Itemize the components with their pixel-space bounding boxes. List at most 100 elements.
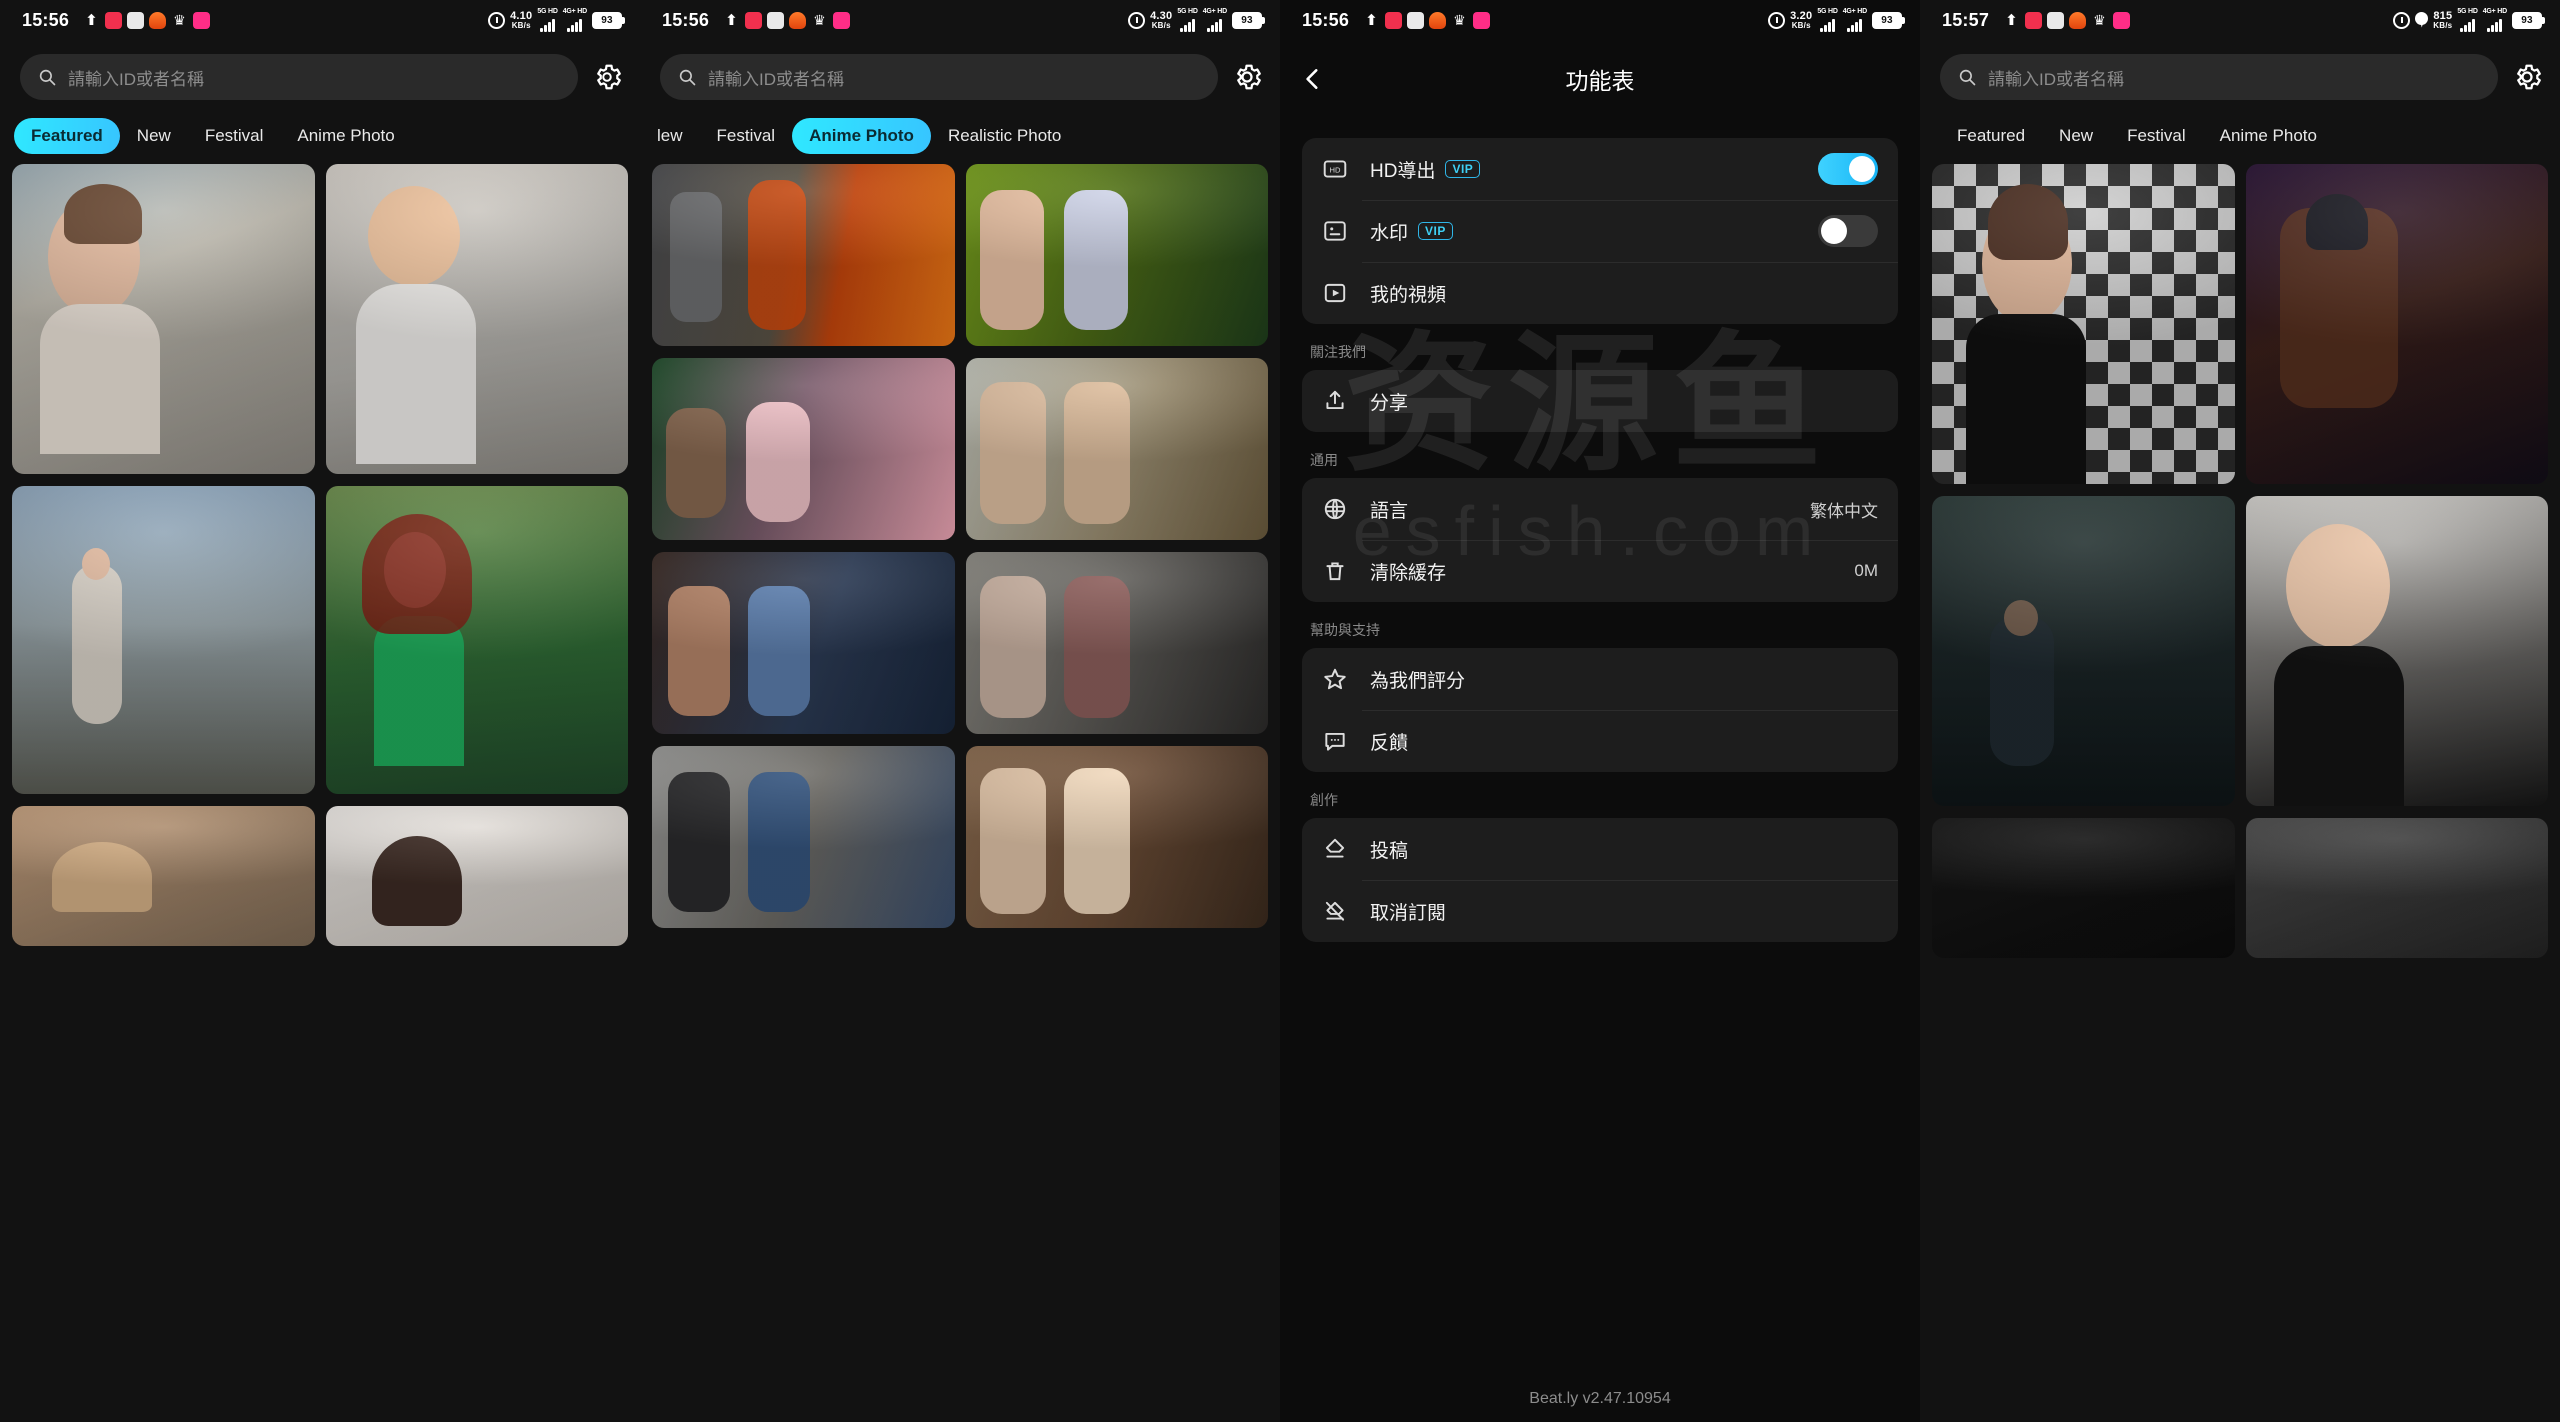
network-speed-unit: KB/s xyxy=(1151,20,1171,30)
app-version: Beat.ly v2.47.10954 xyxy=(1529,1390,1671,1407)
media-card[interactable] xyxy=(2245,164,2548,484)
tab-new[interactable]: New xyxy=(2042,118,2110,154)
setting-row-share[interactable]: 分享 xyxy=(1302,370,1898,432)
feedback-icon xyxy=(1325,732,1345,751)
gear-icon[interactable] xyxy=(1232,62,1262,92)
media-card[interactable] xyxy=(652,164,955,346)
setting-row-feedback[interactable]: 反饋 xyxy=(1302,710,1898,772)
hd-export-toggle[interactable] xyxy=(1818,153,1878,185)
media-column-right xyxy=(965,164,1268,928)
gear-icon[interactable] xyxy=(2512,62,2542,92)
location-icon xyxy=(2415,11,2429,29)
search-placeholder: 請輸入ID或者名稱 xyxy=(68,69,204,89)
search-input[interactable]: 請輸入ID或者名稱 xyxy=(660,54,1218,100)
signal-1-label: 5G HD xyxy=(1817,8,1838,15)
signal-bars-1 xyxy=(1180,16,1196,32)
gray-app-icon xyxy=(1407,11,1425,29)
media-card[interactable] xyxy=(652,358,955,540)
media-card[interactable] xyxy=(965,358,1268,540)
media-card[interactable] xyxy=(12,164,315,474)
setting-row-language[interactable]: 語言 繁体中文 xyxy=(1302,478,1898,540)
svg-text:HD: HD xyxy=(1330,165,1341,174)
tab-featured[interactable]: Featured xyxy=(1940,118,2042,154)
setting-row-my-videos[interactable]: 我的視頻 xyxy=(1302,262,1898,324)
pen-icon xyxy=(1325,838,1345,858)
media-card[interactable] xyxy=(2245,818,2548,958)
hd-icon: HD xyxy=(1323,160,1347,178)
tab-festival[interactable]: Festival xyxy=(700,118,793,154)
vip-badge: VIP xyxy=(1445,160,1481,178)
media-card[interactable] xyxy=(325,486,628,794)
orange-app-icon xyxy=(789,11,807,29)
tab-new[interactable]: lew xyxy=(640,118,700,154)
media-card[interactable] xyxy=(652,552,955,734)
signal-1-label: 5G HD xyxy=(537,8,558,15)
signal-2-label: 4G+ HD xyxy=(2482,8,2507,15)
cache-size-value: 0M xyxy=(1854,561,1878,580)
setting-label: 清除緩存 xyxy=(1370,562,1447,584)
media-card[interactable] xyxy=(12,806,315,946)
screenshot-root: 15:56 ⬆ ♛ 4.10 KB/s 5G HD 4G+ HD 93 請輸入I… xyxy=(0,0,2560,1422)
red-badge-icon xyxy=(105,11,123,29)
network-speed: 4.10 KB/s xyxy=(510,10,532,30)
tab-realistic-photo[interactable]: Realistic Photo xyxy=(931,118,1078,154)
media-card[interactable] xyxy=(1932,496,2235,806)
setting-row-rate-us[interactable]: 為我們評分 xyxy=(1302,648,1898,710)
tab-festival[interactable]: Festival xyxy=(2110,118,2203,154)
watermark-toggle[interactable] xyxy=(1818,215,1878,247)
media-card[interactable] xyxy=(965,164,1268,346)
setting-row-unsubscribe[interactable]: 取消訂閱 xyxy=(1302,880,1898,942)
panel-settings: 15:56 ⬆ ♛ 3.20 KB/s 5G HD 4G+ HD 93 功能表 … xyxy=(1280,0,1920,1422)
pink-app-icon xyxy=(833,11,851,29)
video-play-icon xyxy=(1324,283,1346,303)
network-speed: 4.30 KB/s xyxy=(1150,10,1172,30)
red-badge-icon xyxy=(2025,11,2043,29)
media-card[interactable] xyxy=(1932,818,2235,958)
signal-bars-2 xyxy=(567,16,583,32)
setting-row-submit[interactable]: 投稿 xyxy=(1302,818,1898,880)
tab-festival[interactable]: Festival xyxy=(188,118,281,154)
settings-group-label-help: 幫助與支持 xyxy=(1310,622,1380,638)
media-card[interactable] xyxy=(652,746,955,928)
media-card[interactable] xyxy=(325,164,628,474)
status-right: 4.10 KB/s 5G HD 4G+ HD 93 xyxy=(488,8,625,32)
signal-2: 4G+ HD xyxy=(1203,8,1227,32)
media-card[interactable] xyxy=(1932,164,2235,484)
media-column-left xyxy=(652,164,955,928)
language-value: 繁体中文 xyxy=(1810,501,1878,521)
search-input[interactable]: 請輸入ID或者名稱 xyxy=(20,54,578,100)
tab-anime-photo[interactable]: Anime Photo xyxy=(280,118,411,154)
tab-new[interactable]: New xyxy=(120,118,188,154)
panel-home-anime: 15:56 ⬆ ♛ 4.30 KB/s 5G HD 4G+ HD 93 請輸入I… xyxy=(640,0,1280,1422)
media-column-left xyxy=(12,164,315,946)
category-tabs: Featured New Festival Anime Photo xyxy=(0,110,640,164)
search-input[interactable]: 請輸入ID或者名稱 xyxy=(1940,54,2498,100)
media-card[interactable] xyxy=(325,806,628,946)
media-card[interactable] xyxy=(12,486,315,794)
media-grid xyxy=(1920,164,2560,958)
gear-icon[interactable] xyxy=(592,62,622,92)
status-time: 15:56 xyxy=(662,9,710,30)
settings-group-features: HD HD導出 VIP 水印 VIP 我的視頻 xyxy=(1302,138,1898,324)
media-card[interactable] xyxy=(2245,496,2548,806)
setting-label: 反饋 xyxy=(1370,732,1409,754)
orange-app-icon xyxy=(149,11,167,29)
setting-label: 投稿 xyxy=(1370,840,1409,862)
media-card[interactable] xyxy=(965,552,1268,734)
setting-row-clear-cache[interactable]: 清除緩存 0M xyxy=(1302,540,1898,602)
setting-label: HD導出 xyxy=(1370,160,1436,182)
vip-badge: VIP xyxy=(1418,222,1453,240)
signal-bars-2 xyxy=(2487,16,2503,32)
tab-featured[interactable]: Featured xyxy=(14,118,120,154)
setting-row-watermark[interactable]: 水印 VIP xyxy=(1302,200,1898,262)
media-column-right xyxy=(325,164,628,946)
media-card[interactable] xyxy=(965,746,1268,928)
orange-app-icon xyxy=(1429,11,1447,29)
upload-icon: ⬆ xyxy=(725,11,738,29)
setting-label: 水印 xyxy=(1370,222,1409,244)
tab-anime-photo[interactable]: Anime Photo xyxy=(2203,118,2334,154)
setting-row-hd-export[interactable]: HD HD導出 VIP xyxy=(1302,138,1898,200)
tab-anime-photo[interactable]: Anime Photo xyxy=(792,118,931,154)
status-left: 15:56 ⬆ ♛ xyxy=(662,9,851,31)
settings-group-label-follow: 關注我們 xyxy=(1310,344,1366,360)
